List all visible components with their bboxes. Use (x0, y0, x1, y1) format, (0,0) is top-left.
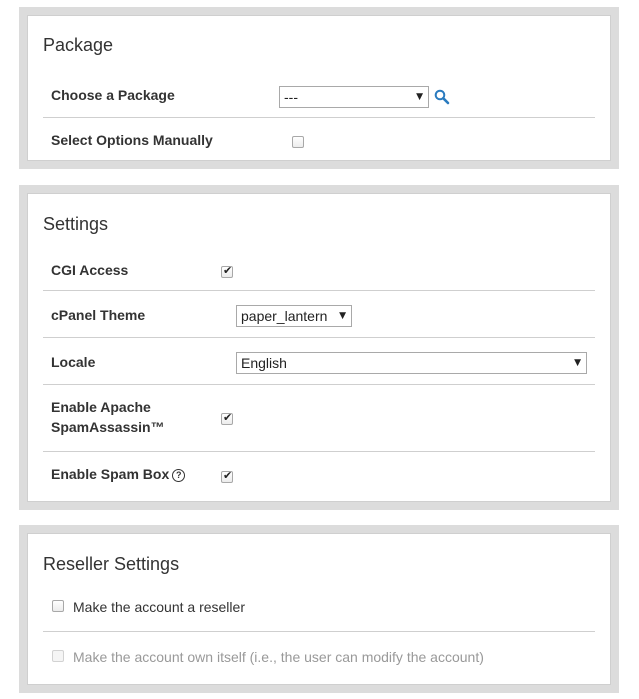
own-itself-checkbox[interactable] (52, 650, 64, 662)
cgi-access-label: CGI Access (51, 262, 129, 278)
select-manually-label: Select Options Manually (51, 132, 213, 148)
choose-package-value: --- (284, 89, 298, 105)
cpanel-theme-label: cPanel Theme (51, 307, 146, 323)
spam-box-label: Enable Spam Box (51, 466, 170, 482)
choose-package-row: Choose a Package --- ▼ (43, 69, 595, 117)
spamassassin-row: Enable Apache SpamAssassin™ (43, 384, 595, 451)
cpanel-theme-value: paper_lantern (241, 308, 328, 324)
make-reseller-label[interactable]: Make the account a reseller (73, 599, 245, 615)
settings-panel-body: Settings CGI Access cPanel Theme paper_l… (27, 193, 611, 502)
cpanel-theme-select[interactable]: paper_lantern ▼ (236, 305, 352, 327)
spam-box-checkbox[interactable] (221, 469, 233, 483)
select-manually-row: Select Options Manually (43, 117, 595, 163)
choose-package-label: Choose a Package (51, 87, 175, 103)
package-panel: Package Choose a Package --- ▼ Select Op… (19, 7, 619, 169)
spamassassin-label: Enable Apache SpamAssassin™ (51, 399, 165, 435)
search-icon[interactable] (434, 89, 450, 105)
reseller-panel: Reseller Settings Make the account a res… (19, 525, 619, 693)
settings-title: Settings (43, 214, 109, 234)
reseller-panel-body: Reseller Settings Make the account a res… (27, 533, 611, 685)
own-itself-label[interactable]: Make the account own itself (i.e., the u… (73, 649, 484, 665)
locale-label: Locale (51, 354, 96, 370)
settings-panel: Settings CGI Access cPanel Theme paper_l… (19, 185, 619, 510)
spamassassin-checkbox[interactable] (221, 411, 233, 425)
reseller-title: Reseller Settings (43, 554, 180, 574)
package-panel-body: Package Choose a Package --- ▼ Select Op… (27, 15, 611, 161)
help-icon[interactable]: ? (172, 469, 186, 482)
spam-box-row: Enable Spam Box? (43, 451, 595, 499)
cpanel-theme-row: cPanel Theme paper_lantern ▼ (43, 290, 595, 337)
package-title: Package (43, 35, 114, 55)
chevron-down-icon: ▼ (339, 311, 346, 321)
locale-value: English (241, 355, 287, 371)
select-manually-checkbox[interactable] (292, 136, 304, 148)
make-reseller-checkbox[interactable] (52, 600, 64, 612)
locale-row: Locale English ▼ (43, 337, 595, 384)
cgi-access-checkbox[interactable] (221, 264, 233, 278)
choose-package-select[interactable]: --- ▼ (279, 86, 429, 108)
make-reseller-row: Make the account a reseller (43, 589, 595, 631)
own-itself-row: Make the account own itself (i.e., the u… (43, 631, 595, 681)
chevron-down-icon: ▼ (416, 92, 423, 102)
cgi-access-row: CGI Access (43, 246, 595, 292)
locale-select[interactable]: English ▼ (236, 352, 587, 374)
spam-box-label-wrap: Enable Spam Box? (51, 464, 186, 484)
chevron-down-icon: ▼ (574, 358, 581, 368)
